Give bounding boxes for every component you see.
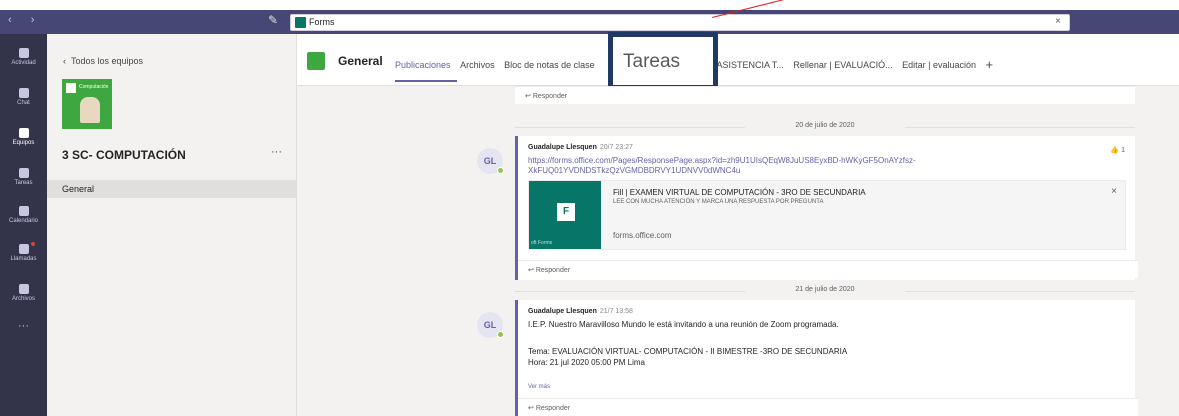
post-text-line: I.E.P. Nuestro Maravilloso Mundo le está…: [528, 320, 839, 329]
back-label: Todos los equipos: [71, 56, 144, 66]
team-name: 3 SC- COMPUTACIÓN: [62, 148, 186, 162]
rail-label: Tareas: [14, 180, 33, 186]
author-name: Guadalupe Llesquen: [528, 144, 597, 151]
see-more-link[interactable]: Ver más: [528, 384, 550, 390]
more-apps-icon: ···: [18, 320, 29, 332]
rail-label: Chat: [17, 100, 30, 106]
forms-logo-icon: F: [557, 203, 575, 221]
title-bar: ‹ › ✎ Forms ×: [0, 0, 1179, 34]
team-more-icon[interactable]: ···: [271, 146, 282, 158]
channel-item-general[interactable]: General: [47, 180, 297, 198]
posts-feed: ↩ Responder 20 de julio de 2020 GL Guada…: [297, 86, 1179, 416]
post-time: 21/7 13:58: [599, 308, 633, 315]
rail-chat[interactable]: Chat: [0, 88, 47, 106]
search-app-tag: Forms: [309, 17, 335, 27]
card-domain: forms.office.com: [613, 231, 672, 240]
annotation-callout: Tareas: [608, 32, 718, 90]
team-logo-word: Computación: [79, 84, 109, 90]
rail-more[interactable]: ···: [0, 320, 47, 332]
card-title: Fill | EXAMEN VIRTUAL DE COMPUTACIÓN - 3…: [613, 188, 866, 197]
reply-row[interactable]: ↩ Responder: [518, 260, 1138, 278]
rail-label: Actividad: [11, 60, 36, 66]
rail-label: Equipos: [12, 140, 35, 146]
app-rail: Actividad Chat Equipos Tareas Calendario…: [0, 34, 47, 416]
card-close-icon[interactable]: ×: [1111, 186, 1117, 197]
callout-text: Tareas: [623, 51, 681, 72]
compose-icon[interactable]: ✎: [268, 13, 278, 27]
search-close-icon[interactable]: ×: [1055, 16, 1061, 27]
teams-icon: [18, 128, 29, 138]
channel-label: General: [62, 184, 95, 194]
reply-label: Responder: [535, 267, 571, 274]
rail-label: Llamadas: [10, 256, 37, 262]
rail-label: Calendario: [8, 218, 39, 224]
chat-icon: [18, 88, 29, 98]
file-icon: [18, 284, 29, 294]
team-logo-mark: [66, 83, 76, 93]
channel-header: General Publicaciones Archivos Bloc de n…: [297, 34, 1179, 86]
tab-fill-evaluation[interactable]: Rellenar | EVALUACIÓ...: [793, 60, 892, 70]
rail-assignments[interactable]: Tareas: [0, 168, 47, 186]
rail-label: Archivos: [11, 296, 35, 302]
rail-teams[interactable]: Equipos: [0, 128, 47, 146]
avatar-initials: GL: [483, 156, 497, 166]
thumbnail-caption: oft Forms: [531, 240, 553, 246]
like-number: 1: [1121, 147, 1125, 154]
tab-posts[interactable]: Publicaciones: [395, 60, 451, 70]
tab-class-notebook[interactable]: Bloc de notas de clase: [504, 60, 595, 70]
rail-calendar[interactable]: Calendario: [0, 206, 47, 224]
date-separator: 20 de julio de 2020: [515, 122, 1135, 129]
post-forms-link: Guadalupe Llesquen 20/7 23:27 👍 1 https:/…: [515, 136, 1138, 280]
previous-post: ↩ Responder: [515, 86, 1135, 104]
phone-icon: [18, 244, 29, 254]
forms-url-link[interactable]: https://forms.office.com/Pages/ResponseP…: [528, 156, 1048, 176]
reply-label: Responder: [532, 93, 568, 100]
calendar-icon: [18, 206, 29, 216]
post-author: Guadalupe Llesquen 21/7 13:58: [528, 308, 633, 315]
channel-title: General: [338, 54, 383, 68]
history-nav[interactable]: ‹ ›: [8, 14, 42, 26]
tab-files[interactable]: Archivos: [460, 60, 495, 70]
add-tab-icon[interactable]: +: [986, 57, 994, 72]
tab-edit-evaluation[interactable]: Editar | evaluación: [902, 60, 976, 70]
team-panel: ‹ Todos los equipos Computación 3 SC- CO…: [47, 34, 297, 416]
teacher-figure: [80, 97, 100, 123]
forms-thumbnail: Foft Forms: [529, 181, 601, 249]
date-separator: 21 de julio de 2020: [515, 286, 1135, 293]
reply-row[interactable]: ↩ Responder: [515, 86, 1135, 104]
tab-attendance[interactable]: | ASISTENCIA T...: [712, 60, 784, 70]
assignments-icon: [18, 168, 29, 178]
post-text-line: Tema: EVALUACIÓN VIRTUAL- COMPUTACIÓN - …: [528, 347, 848, 356]
post-zoom-invite: Guadalupe Llesquen 21/7 13:58 I.E.P. Nues…: [515, 300, 1138, 416]
forms-link-card[interactable]: Foft Forms Fill | EXAMEN VIRTUAL DE COMP…: [528, 180, 1126, 250]
like-count[interactable]: 👍 1: [1110, 146, 1125, 154]
notification-dot: [31, 242, 35, 246]
avatar: GL: [477, 148, 504, 174]
back-to-teams[interactable]: ‹ Todos los equipos: [63, 56, 143, 66]
presence-icon: [497, 167, 504, 174]
post-text-line: Hora: 21 jul 2020 05:00 PM Lima: [528, 358, 645, 367]
channel-team-icon: [307, 52, 325, 70]
presence-icon: [497, 331, 504, 338]
reply-row[interactable]: ↩ Responder: [518, 398, 1138, 416]
rail-calls[interactable]: Llamadas: [0, 242, 47, 262]
bell-icon: [18, 48, 29, 58]
team-avatar: Computación: [62, 79, 112, 129]
avatar: GL: [477, 312, 504, 338]
forms-app-icon: [295, 17, 306, 28]
reply-label: Responder: [535, 405, 571, 412]
author-name: Guadalupe Llesquen: [528, 308, 597, 315]
rail-files[interactable]: Archivos: [0, 284, 47, 302]
rail-activity[interactable]: Actividad: [0, 48, 47, 66]
post-author: Guadalupe Llesquen 20/7 23:27: [528, 144, 633, 151]
avatar-initials: GL: [483, 320, 497, 330]
card-subtitle: LEE CON MUCHA ATENCIÓN Y MARCA UNA RESPU…: [613, 199, 824, 205]
thumbs-up-icon: 👍: [1110, 147, 1120, 154]
active-tab-indicator: [395, 80, 457, 82]
search-box[interactable]: Forms ×: [290, 14, 1070, 31]
post-time: 20/7 23:27: [599, 144, 633, 151]
